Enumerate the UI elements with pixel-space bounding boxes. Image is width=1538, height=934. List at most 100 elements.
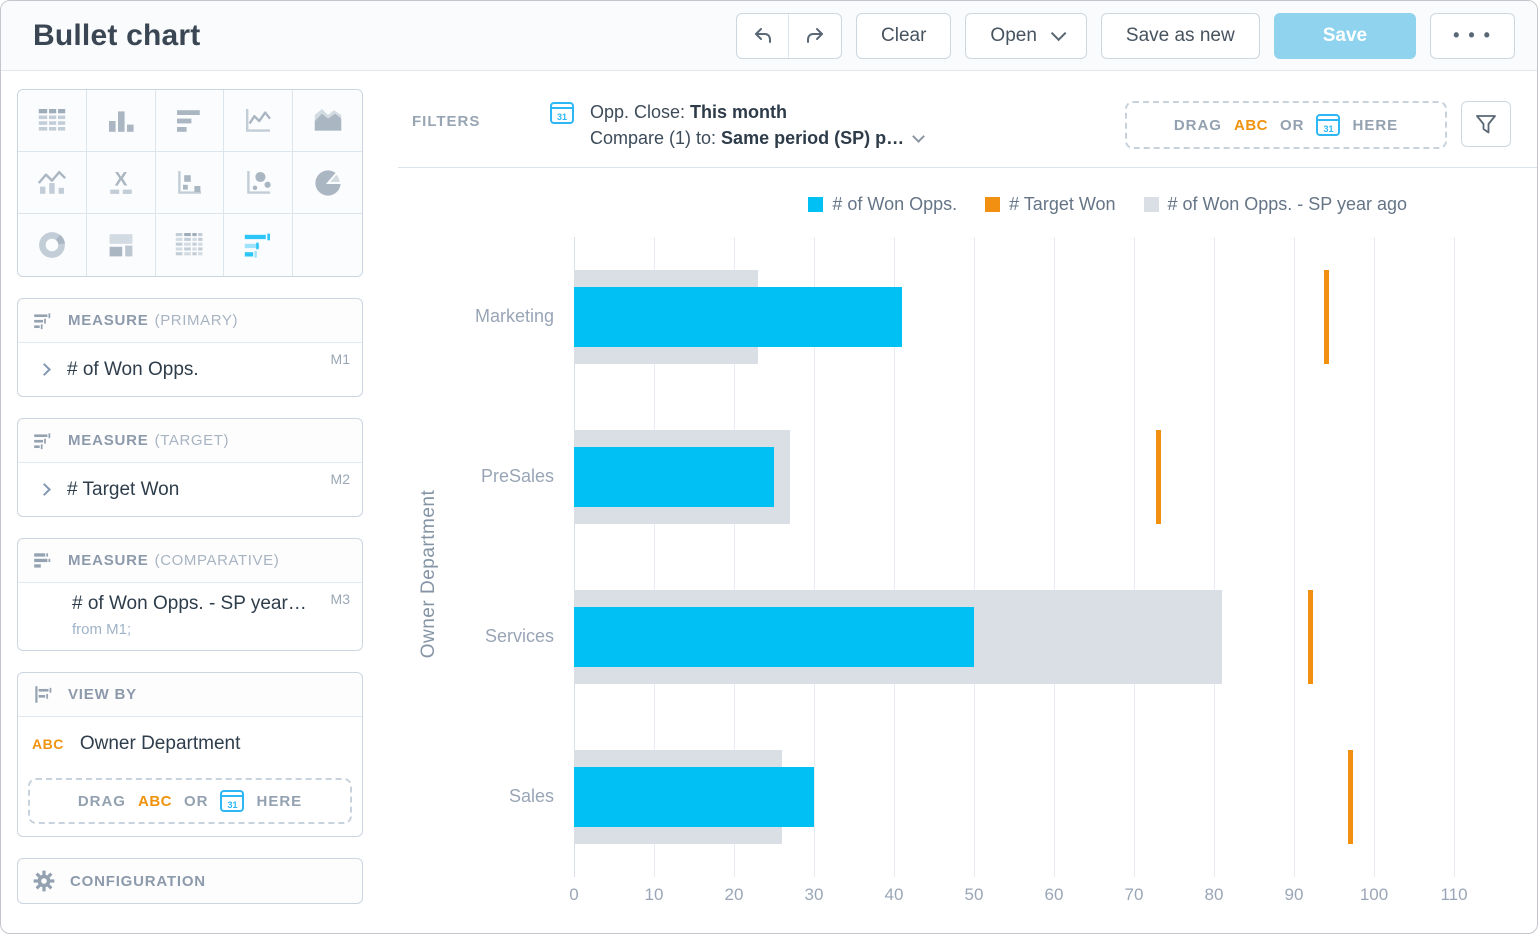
pivot-table-icon bbox=[171, 227, 207, 263]
open-button-label: Open bbox=[990, 25, 1036, 47]
open-button[interactable]: Open bbox=[965, 13, 1086, 59]
category-label: Marketing bbox=[398, 306, 554, 327]
page-title: Bullet chart bbox=[33, 19, 200, 53]
x-tick-label: 50 bbox=[965, 885, 984, 905]
chart-type-empty bbox=[293, 214, 362, 276]
configuration-label: CONFIGURATION bbox=[70, 873, 206, 890]
chart-type-crosstab[interactable]: X bbox=[87, 152, 156, 214]
chart-type-line-chart[interactable] bbox=[224, 90, 293, 152]
view-by-drag-wrap: DRAG ABC OR 31 HERE bbox=[18, 770, 362, 836]
redo-button[interactable] bbox=[789, 14, 841, 58]
chart-type-pie-chart[interactable] bbox=[293, 152, 362, 214]
x-tick-label: 70 bbox=[1125, 885, 1144, 905]
calendar-icon: 31 bbox=[1316, 114, 1340, 136]
target-tick[interactable] bbox=[1348, 750, 1353, 844]
expand-chevron-icon[interactable] bbox=[38, 483, 51, 496]
or-label: OR bbox=[184, 793, 209, 810]
legend-item-target[interactable]: # Target Won bbox=[985, 194, 1115, 215]
chart-type-layout-chart[interactable] bbox=[87, 214, 156, 276]
measure-comparative-title: MEASURE bbox=[68, 552, 149, 569]
measure-target-item[interactable]: # Target Won M2 bbox=[18, 463, 362, 516]
view-by-icon bbox=[32, 684, 54, 706]
clear-button[interactable]: Clear bbox=[856, 13, 951, 59]
undo-button[interactable] bbox=[737, 14, 789, 58]
expand-chevron-icon[interactable] bbox=[38, 363, 51, 376]
target-tick[interactable] bbox=[1324, 270, 1329, 364]
x-tick-label: 40 bbox=[885, 885, 904, 905]
x-tick-label: 90 bbox=[1285, 885, 1304, 905]
chart-type-combo-chart[interactable] bbox=[18, 152, 87, 214]
target-tick[interactable] bbox=[1308, 590, 1313, 684]
measure-comparative-item[interactable]: # of Won Opps. - SP year… M3 from M1; bbox=[18, 583, 362, 650]
primary-bar[interactable] bbox=[574, 447, 774, 507]
legend-item-primary[interactable]: # of Won Opps. bbox=[808, 194, 957, 215]
x-tick-label: 0 bbox=[569, 885, 578, 905]
donut-chart-icon bbox=[34, 227, 70, 263]
empty-icon bbox=[310, 227, 346, 263]
legend-label: # of Won Opps. - SP year ago bbox=[1168, 194, 1407, 215]
measure-comparative-formula: from M1; bbox=[72, 621, 348, 638]
x-tick-label: 20 bbox=[725, 885, 744, 905]
view-by-drop-zone[interactable]: DRAG ABC OR 31 HERE bbox=[28, 778, 352, 824]
primary-bar[interactable] bbox=[574, 767, 814, 827]
chevron-down-icon bbox=[1051, 26, 1067, 42]
chart-type-table[interactable] bbox=[18, 90, 87, 152]
measure-target-value: # Target Won bbox=[67, 479, 179, 501]
legend-item-comparative[interactable]: # of Won Opps. - SP year ago bbox=[1144, 194, 1407, 215]
legend-swatch bbox=[985, 197, 1000, 212]
layout-chart-icon bbox=[103, 227, 139, 263]
app-window: Bullet chart Clear Open Save as new Save… bbox=[0, 0, 1538, 934]
filter-drop-zone[interactable]: DRAG ABC OR 31 HERE bbox=[1125, 101, 1447, 149]
primary-bar[interactable] bbox=[574, 287, 902, 347]
or-label: OR bbox=[1280, 117, 1305, 134]
chart-type-bullet-chart-selected[interactable] bbox=[224, 214, 293, 276]
undo-icon bbox=[751, 24, 775, 48]
view-by-card: VIEW BY ABC Owner Department DRAG ABC OR… bbox=[17, 672, 363, 837]
bar-chart-icon bbox=[171, 103, 207, 139]
measure-primary-card: MEASURE (PRIMARY) # of Won Opps. M1 bbox=[17, 298, 363, 397]
chart-type-bar-chart[interactable] bbox=[156, 90, 225, 152]
chart-type-area-chart[interactable] bbox=[293, 90, 362, 152]
measure-primary-title: MEASURE bbox=[68, 312, 149, 329]
drag-label: DRAG bbox=[1174, 117, 1222, 134]
svg-text:X: X bbox=[114, 169, 127, 190]
measure-target-title: MEASURE bbox=[68, 432, 149, 449]
category-label: Services bbox=[398, 626, 554, 647]
redo-icon bbox=[803, 24, 827, 48]
chart-type-bubble-chart[interactable] bbox=[224, 152, 293, 214]
date-filter-chip[interactable]: 31 Opp. Close: This month Compare (1) to… bbox=[550, 99, 923, 151]
bullet-measure-icon bbox=[32, 310, 54, 332]
abc-type-icon: ABC bbox=[138, 793, 172, 810]
plot-area: MarketingPreSalesServicesSales bbox=[574, 237, 1462, 877]
measure-primary-item[interactable]: # of Won Opps. M1 bbox=[18, 343, 362, 396]
target-tick[interactable] bbox=[1156, 430, 1161, 524]
chart-type-scatter-chart[interactable] bbox=[156, 152, 225, 214]
crosstab-icon: X bbox=[103, 165, 139, 201]
save-as-new-button[interactable]: Save as new bbox=[1101, 13, 1260, 59]
drag-label: DRAG bbox=[78, 793, 126, 810]
chart-type-pivot-table[interactable] bbox=[156, 214, 225, 276]
filter-line-1: Opp. Close: This month bbox=[590, 99, 923, 125]
legend-label: # of Won Opps. bbox=[832, 194, 957, 215]
more-options-button[interactable]: • • • bbox=[1430, 13, 1515, 59]
save-button[interactable]: Save bbox=[1274, 13, 1416, 59]
measure-comparative-card: MEASURE (COMPARATIVE) # of Won Opps. - S… bbox=[17, 538, 363, 651]
primary-bar[interactable] bbox=[574, 607, 974, 667]
x-axis: 0102030405060708090100110 bbox=[574, 885, 1462, 911]
legend-swatch bbox=[808, 197, 823, 212]
chart-type-column-chart[interactable] bbox=[87, 90, 156, 152]
configuration-card[interactable]: CONFIGURATION bbox=[17, 858, 363, 904]
x-tick-label: 100 bbox=[1360, 885, 1388, 905]
scatter-chart-icon bbox=[171, 165, 207, 201]
measure-primary-value: # of Won Opps. bbox=[67, 359, 199, 381]
abc-type-icon: ABC bbox=[32, 736, 64, 752]
bubble-chart-icon bbox=[240, 165, 276, 201]
chart-type-donut-chart[interactable] bbox=[18, 214, 87, 276]
view-by-item[interactable]: ABC Owner Department bbox=[18, 717, 362, 770]
filter-funnel-button[interactable] bbox=[1461, 101, 1511, 147]
bullet-measure-icon bbox=[32, 430, 54, 452]
main-area: FILTERS 31 Opp. Close: This month Compar… bbox=[398, 71, 1537, 933]
legend-swatch bbox=[1144, 197, 1159, 212]
view-by-value: Owner Department bbox=[80, 733, 241, 755]
sidebar: X MEASURE (PRIMARY) # of Won Opps. M1 ME… bbox=[1, 71, 398, 933]
